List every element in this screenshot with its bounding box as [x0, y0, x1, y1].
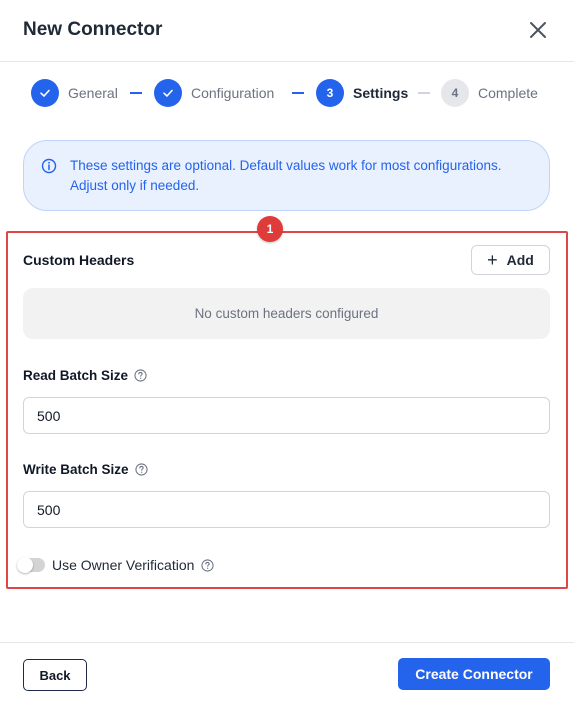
custom-headers-title: Custom Headers [23, 252, 135, 268]
close-icon[interactable] [526, 18, 550, 42]
empty-headers-placeholder: No custom headers configured [23, 288, 550, 339]
step-general: General [31, 78, 118, 108]
step-connector [130, 92, 142, 94]
step-connector [418, 92, 430, 94]
step-label: Configuration [191, 85, 275, 101]
stepper: General Configuration 3 Settings 4 Compl… [0, 78, 574, 110]
step-number: 3 [316, 79, 344, 107]
step-settings: 3 Settings [316, 78, 408, 108]
step-label: General [68, 85, 118, 101]
check-icon [154, 79, 182, 107]
back-button[interactable]: Back [23, 659, 87, 691]
read-batch-size-label: Read Batch Size [23, 368, 147, 383]
write-batch-size-label-text: Write Batch Size [23, 462, 129, 477]
step-label: Settings [353, 85, 409, 101]
check-icon [31, 79, 59, 107]
annotation-badge: 1 [257, 216, 283, 242]
modal-header: New Connector [0, 0, 574, 62]
toggle-knob [17, 557, 33, 573]
help-icon[interactable] [201, 558, 214, 572]
step-number: 4 [441, 79, 469, 107]
step-label: Complete [478, 85, 538, 101]
owner-verification-label: Use Owner Verification [52, 557, 214, 573]
modal-title: New Connector [23, 19, 163, 40]
add-header-button[interactable]: + Add [471, 245, 550, 275]
step-configuration: Configuration [154, 78, 274, 108]
create-connector-button[interactable]: Create Connector [398, 658, 550, 690]
info-icon [41, 158, 57, 174]
owner-verification-toggle[interactable] [17, 557, 45, 573]
write-batch-size-input[interactable]: 500 [23, 491, 550, 528]
step-complete: 4 Complete [441, 78, 538, 108]
write-batch-size-label: Write Batch Size [23, 462, 148, 477]
add-label: Add [506, 252, 534, 268]
owner-verification-label-text: Use Owner Verification [52, 557, 195, 573]
plus-icon: + [487, 250, 498, 270]
help-icon[interactable] [134, 463, 148, 476]
help-icon[interactable] [134, 369, 147, 382]
read-batch-size-label-text: Read Batch Size [23, 368, 129, 383]
step-connector [292, 92, 304, 94]
info-banner: These settings are optional. Default val… [23, 140, 550, 211]
read-batch-size-input[interactable]: 500 [23, 397, 550, 434]
info-text: These settings are optional. Default val… [70, 158, 502, 193]
